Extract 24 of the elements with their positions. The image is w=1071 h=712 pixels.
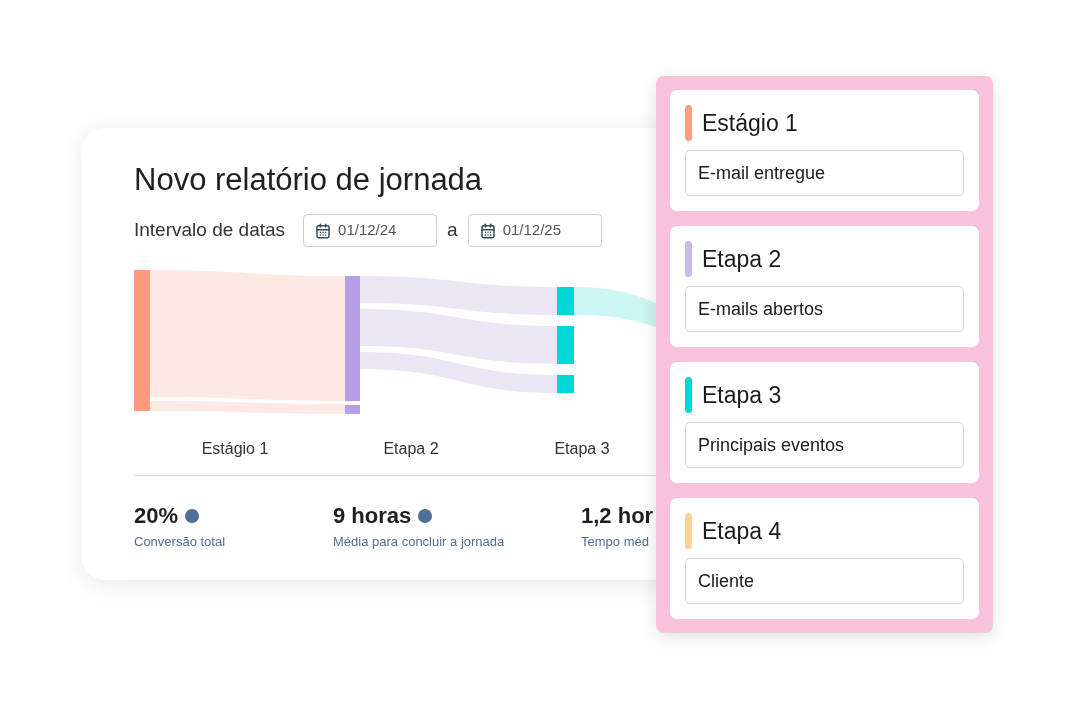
date-field[interactable]: 01/12/24 <box>303 214 438 247</box>
stage-label: Etapa 2 <box>383 439 439 459</box>
stage-field[interactable]: Principais eventos <box>685 422 964 468</box>
stat-label: Média para concluir a jornada <box>333 534 505 550</box>
date-field[interactable]: 01/12/25 <box>467 214 602 247</box>
stage-field[interactable]: E-mails abertos <box>685 286 964 332</box>
stage-label: Etapa 3 <box>554 439 610 459</box>
stage-label: Estágio 1 <box>201 439 269 459</box>
stage-title: Etapa 3 <box>702 381 782 410</box>
stage-title: Estágio 1 <box>702 109 798 138</box>
stage-field[interactable]: Cliente <box>685 558 964 604</box>
stat-value: 1,2 hor <box>581 502 654 530</box>
stat-label: Conversão total <box>134 534 226 550</box>
calendar-icon <box>315 222 332 239</box>
report-title: Novo relatório de jornada <box>134 162 483 198</box>
date-separator: a <box>447 218 458 243</box>
stage-title: Etapa 4 <box>702 517 782 546</box>
stat-value: 9 horas <box>333 502 412 530</box>
stat-label: Tempo méd <box>581 534 649 550</box>
stat-value: 20% <box>134 502 179 530</box>
stage-title: Etapa 2 <box>702 245 782 274</box>
calendar-icon <box>479 222 496 239</box>
stage-field[interactable]: E-mail entregue <box>685 150 964 196</box>
date-range-label: Intervalo de datas <box>134 218 286 243</box>
